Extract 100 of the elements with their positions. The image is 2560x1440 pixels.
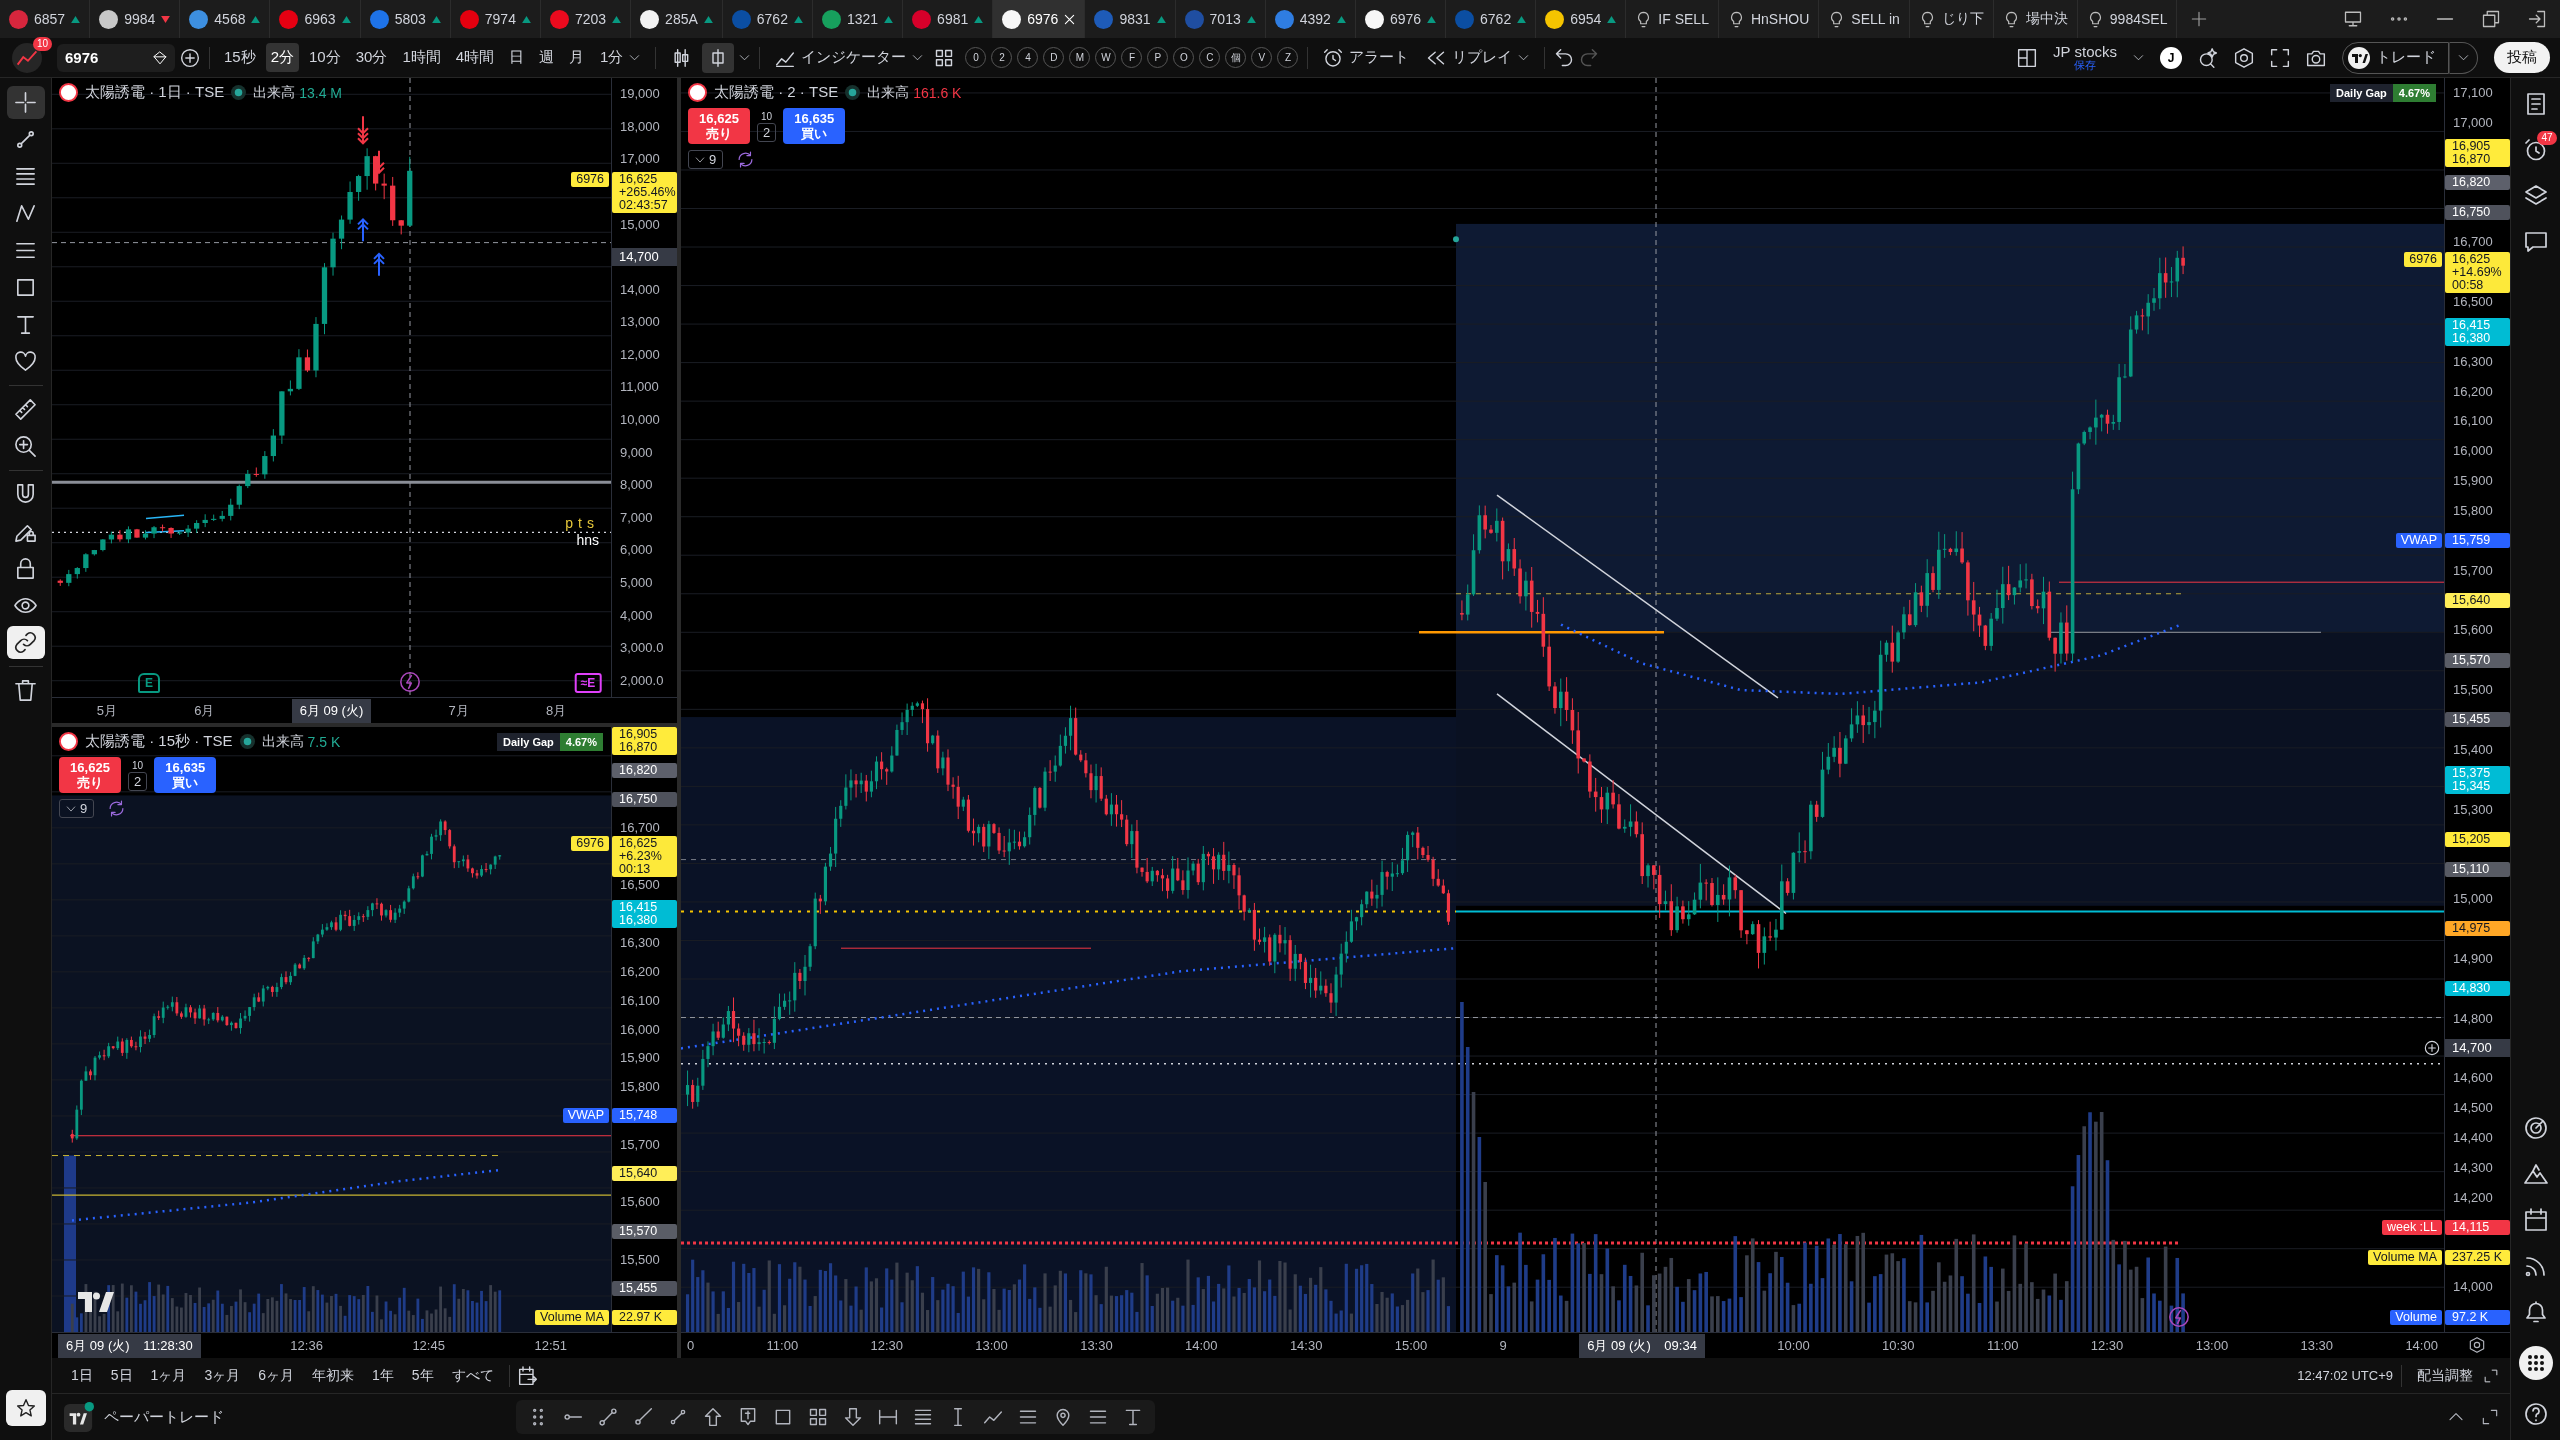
text-icon[interactable] — [1123, 1407, 1143, 1427]
trend-line-icon[interactable] — [668, 1407, 688, 1427]
interval-button[interactable]: 4時間 — [450, 43, 500, 72]
chart-style-button[interactable] — [702, 42, 735, 73]
replay-button[interactable]: リプレイ — [1420, 42, 1536, 73]
collapse-button[interactable]: 9 — [688, 150, 724, 169]
settings-icon[interactable] — [2469, 1337, 2485, 1353]
quantity-field[interactable]: 2 — [128, 771, 148, 791]
range-button[interactable]: すべて — [444, 1362, 501, 1389]
buy-button[interactable]: 16,635 買い — [154, 757, 217, 793]
horizontal-lines-icon[interactable] — [913, 1407, 933, 1427]
sparkle-search-icon[interactable] — [2198, 47, 2218, 68]
caret-icon[interactable] — [2133, 52, 2144, 63]
new-tab-icon[interactable] — [2191, 11, 2208, 27]
buy-button[interactable]: 16,635 買い — [783, 108, 846, 144]
user-avatar[interactable]: J — [2160, 46, 2182, 69]
caret-icon[interactable] — [739, 52, 751, 63]
interval-button[interactable]: 月 — [564, 43, 590, 72]
indicators-button[interactable]: インジケーター — [769, 42, 930, 73]
horizontal-lines-icon — [14, 165, 37, 188]
range-button[interactable]: 1ヶ月 — [143, 1362, 194, 1389]
target-icon[interactable] — [2523, 1116, 2548, 1140]
layers-icon[interactable] — [2523, 184, 2548, 208]
range-button[interactable]: 5日 — [103, 1362, 140, 1389]
lines-icon[interactable] — [1018, 1407, 1038, 1427]
calendar-icon[interactable] — [2523, 1208, 2548, 1232]
symbol-search-field[interactable]: 6976 — [57, 43, 175, 72]
interval-button[interactable]: 週 — [534, 43, 560, 72]
settings-icon[interactable] — [2234, 47, 2254, 68]
interval-button[interactable]: 日 — [504, 43, 530, 72]
range-button[interactable]: 年初来 — [305, 1362, 361, 1389]
rectangle-icon[interactable] — [773, 1407, 793, 1427]
tool-button[interactable] — [6, 626, 45, 659]
monitor-icon[interactable] — [2344, 10, 2362, 28]
apps-icon[interactable] — [2518, 1346, 2553, 1380]
logo-icon — [78, 1292, 114, 1312]
expand-icon[interactable] — [2484, 1368, 2498, 1383]
interval-button[interactable]: 1時間 — [397, 43, 446, 72]
calendar-icon[interactable] — [517, 1365, 538, 1386]
grid-icon[interactable] — [934, 47, 955, 68]
expand-icon[interactable] — [2482, 1409, 2498, 1425]
sync-icon[interactable] — [108, 800, 126, 817]
help-icon[interactable] — [2523, 1402, 2548, 1426]
line-segment-icon[interactable] — [598, 1407, 618, 1427]
lightning-icon[interactable] — [2168, 1306, 2190, 1328]
sync-icon[interactable] — [737, 151, 755, 168]
restore-icon[interactable] — [2482, 10, 2500, 28]
bell-icon[interactable] — [2523, 1300, 2548, 1324]
price-label: 15,400 — [2452, 742, 2493, 757]
range-button[interactable]: 1日 — [64, 1362, 100, 1389]
range-button[interactable]: 1年 — [365, 1362, 401, 1389]
interval-button[interactable]: 2分 — [265, 43, 300, 72]
publish-button[interactable]: 投稿 — [2494, 42, 2550, 73]
price-label: 15,900 — [2452, 474, 2493, 489]
layout-icon[interactable] — [2017, 47, 2038, 68]
time-label: 8月 — [546, 701, 567, 720]
time-label: 13:00 — [2195, 1338, 2229, 1353]
layout-button[interactable]: JP stocks 保存 — [2053, 44, 2117, 71]
range-button[interactable]: 3ヶ月 — [197, 1362, 248, 1389]
sell-button[interactable]: 16,625 売り — [59, 757, 121, 793]
fullscreen-icon[interactable] — [2270, 47, 2290, 68]
chart-title[interactable]: 太陽誘電 · 15秒 · TSE — [85, 732, 233, 751]
mountains-icon[interactable] — [2523, 1162, 2548, 1186]
time-label: 10:00 — [1777, 1338, 1810, 1353]
price-label: 15,800 — [2452, 503, 2493, 518]
chat-icon[interactable] — [2523, 230, 2548, 254]
time-label: 6月 — [194, 701, 215, 720]
adjustment-button[interactable]: 配当調整 — [2410, 1362, 2480, 1389]
tool-button[interactable] — [6, 86, 45, 119]
arrow-down-icon[interactable] — [843, 1407, 863, 1427]
paper-trading-tab[interactable]: ペーパートレード — [104, 1407, 224, 1427]
sell-button[interactable]: 16,625 売り — [688, 108, 750, 144]
interval-menu-button[interactable]: 1分 — [594, 43, 647, 72]
close-icon[interactable] — [1064, 13, 1076, 25]
lines-icon[interactable] — [1088, 1407, 1108, 1427]
chart-title[interactable]: 太陽誘電 · 2 · TSE — [714, 83, 839, 102]
callout-icon[interactable] — [738, 1407, 758, 1427]
ray-icon[interactable] — [633, 1407, 653, 1427]
arrow-up-icon[interactable] — [703, 1407, 723, 1427]
price-label: 13,000 — [619, 315, 660, 330]
range-icon[interactable] — [878, 1407, 898, 1427]
quantity-field[interactable]: 2 — [757, 122, 777, 142]
pin-icon[interactable] — [1053, 1407, 1073, 1427]
exit-icon[interactable] — [2528, 10, 2546, 28]
broadcast-icon[interactable] — [2523, 1254, 2548, 1278]
grid-icon[interactable] — [808, 1407, 828, 1427]
range-button[interactable]: 6ヶ月 — [251, 1362, 301, 1389]
tab[interactable]: 6976 — [993, 0, 1086, 38]
rectangle-icon — [14, 276, 37, 299]
interval-button[interactable]: 15秒 — [219, 43, 261, 72]
alert-button[interactable]: アラート — [1317, 42, 1416, 73]
range-button[interactable]: 5年 — [404, 1362, 441, 1389]
interval-button[interactable]: 30分 — [350, 43, 393, 72]
collapse-button[interactable]: 9 — [59, 799, 95, 818]
undo-icon[interactable] — [1554, 47, 1575, 68]
price-label: 16,700 — [619, 820, 660, 835]
time-label: 13:30 — [1080, 1338, 1113, 1353]
interval-button[interactable]: 10分 — [304, 43, 346, 72]
favorites-button[interactable] — [5, 1390, 46, 1426]
clock-text[interactable]: 12:47:02 UTC+9 — [2297, 1368, 2393, 1383]
